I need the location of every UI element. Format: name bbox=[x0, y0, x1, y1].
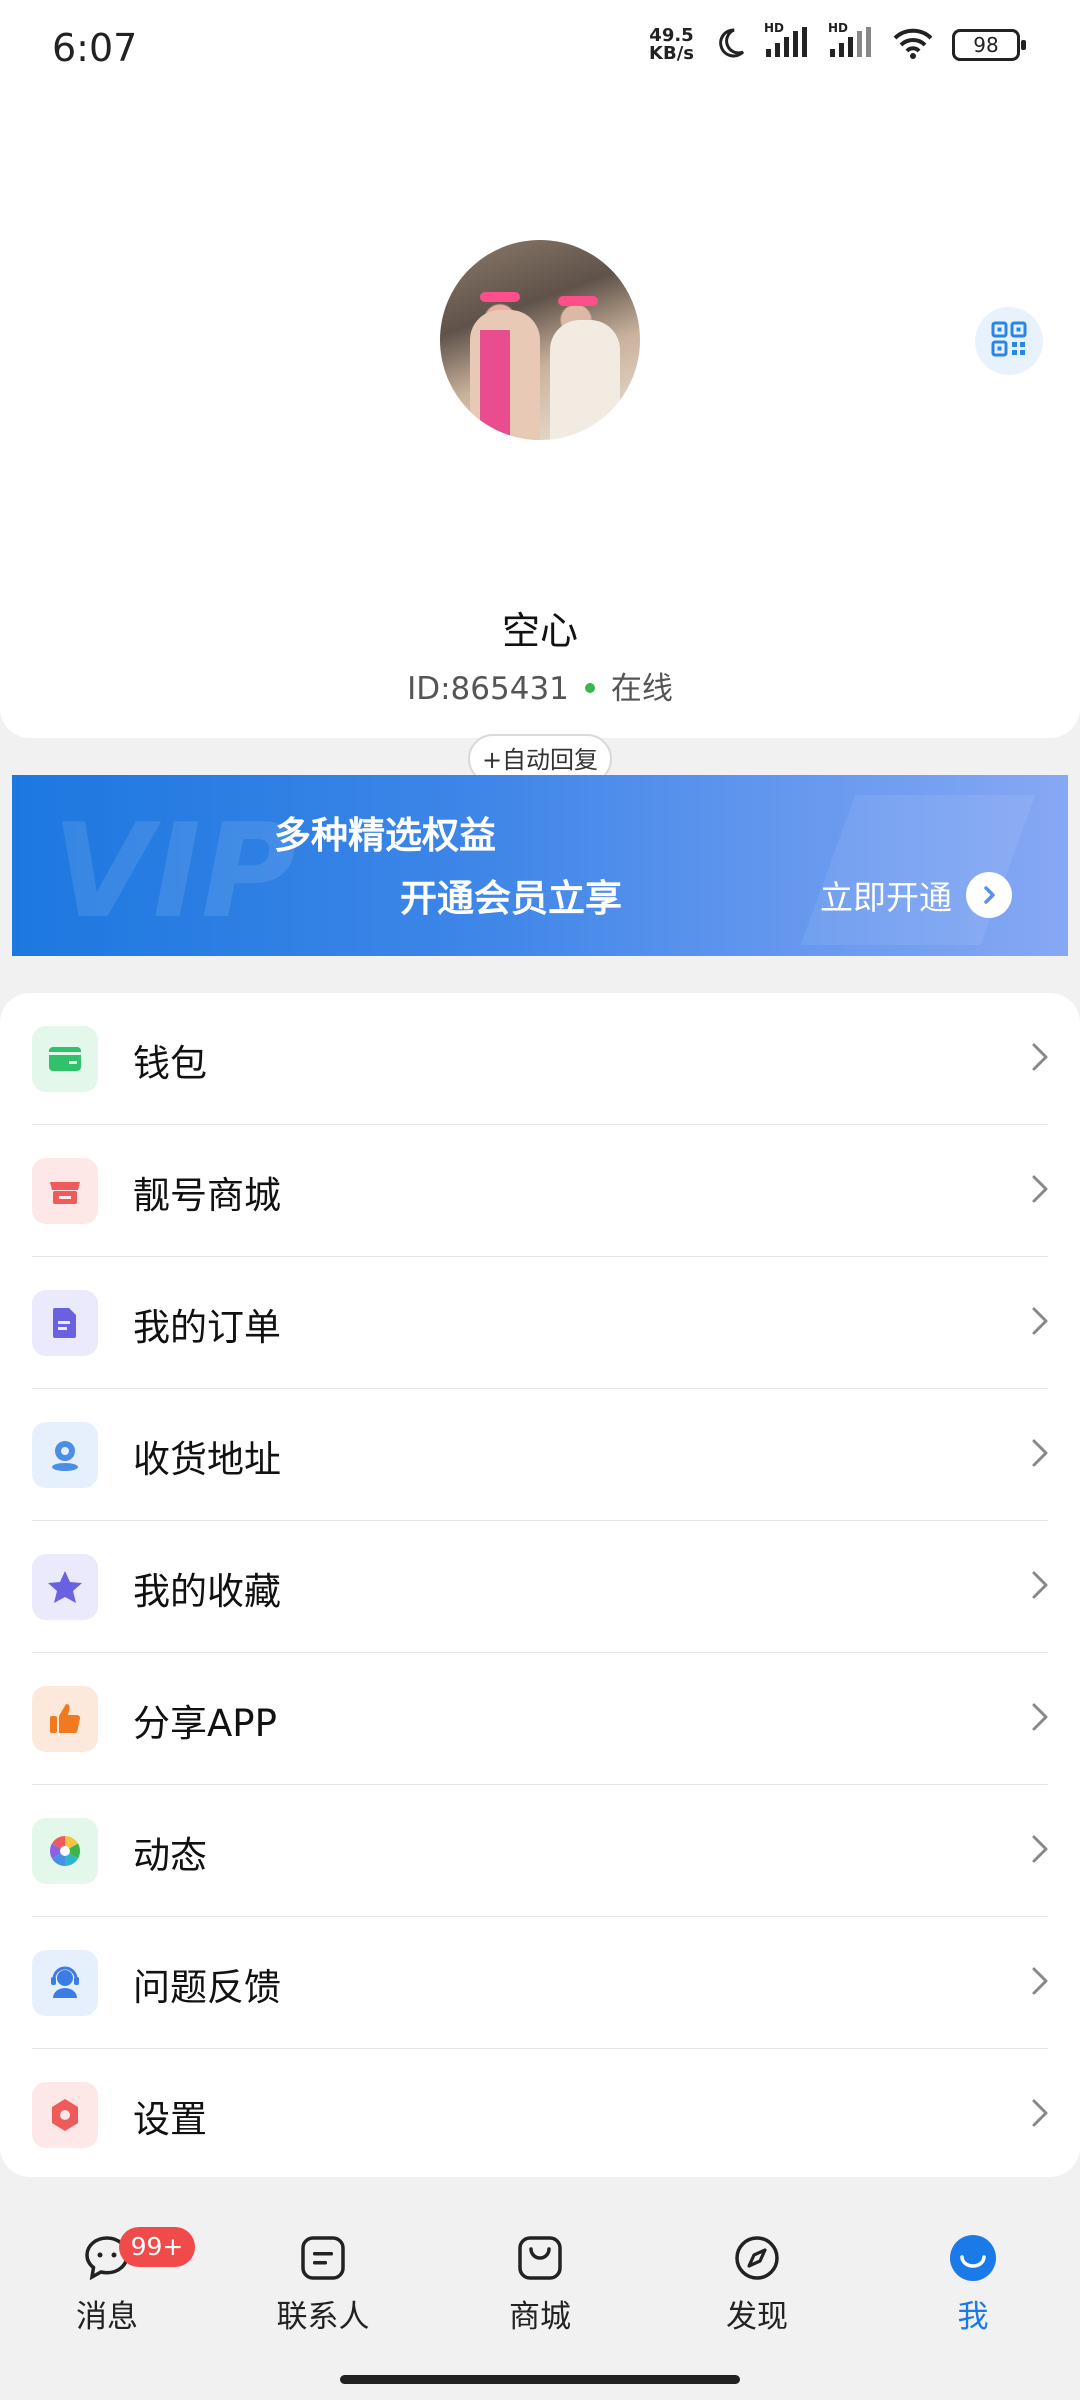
menu-item-shipping-address[interactable]: 收货地址 bbox=[0, 1389, 1080, 1521]
vip-watermark: VIP bbox=[52, 795, 297, 947]
tab-label: 消息 bbox=[76, 2299, 138, 2335]
vip-banner[interactable]: VIP 多种精选权益 开通会员立享 立即开通 bbox=[12, 775, 1068, 956]
online-status-dot bbox=[584, 682, 595, 693]
shopping-bag-icon bbox=[515, 2233, 565, 2283]
menu-item-feedback[interactable]: 问题反馈 bbox=[0, 1917, 1080, 2049]
chevron-right-icon bbox=[1030, 1831, 1050, 1871]
menu-item-moments[interactable]: 动态 bbox=[0, 1785, 1080, 1917]
net-speed: 49.5 KB/s bbox=[649, 27, 694, 63]
menu-item-label: 我的订单 bbox=[133, 1306, 281, 1349]
menu-item-label: 分享APP bbox=[133, 1702, 277, 1745]
signal-icon: HD bbox=[828, 21, 874, 63]
wallet-icon bbox=[32, 1026, 98, 1092]
chevron-right-icon bbox=[1030, 1435, 1050, 1475]
qr-code-button[interactable] bbox=[975, 307, 1043, 375]
chevron-right-icon bbox=[1030, 1303, 1050, 1343]
avatar[interactable] bbox=[440, 240, 640, 440]
chevron-right-icon bbox=[1030, 1963, 1050, 2003]
me-icon bbox=[948, 2233, 998, 2283]
signal-icon: HD bbox=[764, 21, 810, 63]
signal-label: HD bbox=[764, 21, 785, 35]
tab-messages[interactable]: 消息 99+ bbox=[37, 2227, 195, 2336]
unread-badge: 99+ bbox=[119, 2227, 195, 2267]
profile-card: 空心 ID:865431 在线 +自动回复 bbox=[0, 100, 1080, 784]
vip-activate-button[interactable]: 立即开通 bbox=[820, 871, 1012, 919]
moments-icon bbox=[32, 1818, 98, 1884]
location-icon bbox=[32, 1422, 98, 1488]
battery-icon: 98 bbox=[952, 29, 1026, 61]
arrow-right-icon bbox=[966, 872, 1012, 918]
menu-item-label: 收货地址 bbox=[133, 1438, 281, 1481]
store-icon bbox=[32, 1158, 98, 1224]
qr-code-icon bbox=[991, 321, 1027, 361]
menu-item-label: 我的收藏 bbox=[133, 1570, 281, 1613]
order-icon bbox=[32, 1290, 98, 1356]
support-agent-icon bbox=[32, 1950, 98, 2016]
status-bar: 6:07 49.5 KB/s HD HD 98 bbox=[0, 0, 1080, 100]
thumbs-up-icon bbox=[32, 1686, 98, 1752]
menu-item-share-app[interactable]: 分享APP bbox=[0, 1653, 1080, 1785]
menu-item-lucky-number-store[interactable]: 靓号商城 bbox=[0, 1125, 1080, 1257]
menu-item-label: 问题反馈 bbox=[133, 1966, 281, 2009]
id-status-line: ID:865431 在线 bbox=[0, 663, 1080, 708]
menu-item-favorites[interactable]: 我的收藏 bbox=[0, 1521, 1080, 1653]
menu-item-label: 设置 bbox=[133, 2098, 207, 2141]
chevron-right-icon bbox=[1030, 1567, 1050, 1607]
avatar-sunglasses bbox=[480, 292, 520, 302]
tab-contacts[interactable]: 联系人 bbox=[253, 2233, 393, 2336]
avatar-figure-detail bbox=[480, 330, 510, 440]
menu-item-label: 钱包 bbox=[133, 1042, 207, 1085]
contacts-icon bbox=[298, 2233, 348, 2283]
tab-label: 发现 bbox=[726, 2299, 788, 2335]
chevron-right-icon bbox=[1030, 1039, 1050, 1079]
user-id: ID:865431 bbox=[407, 671, 569, 707]
avatar-sunglasses bbox=[558, 296, 598, 306]
status-time: 6:07 bbox=[52, 26, 138, 70]
online-status: 在线 bbox=[610, 671, 673, 707]
status-icons: 49.5 KB/s HD HD 98 bbox=[649, 21, 1026, 64]
star-icon bbox=[32, 1554, 98, 1620]
chevron-right-icon bbox=[1030, 2095, 1050, 2135]
vip-subheadline: 开通会员立享 bbox=[400, 877, 622, 920]
menu-item-label: 动态 bbox=[133, 1834, 207, 1877]
menu-item-my-orders[interactable]: 我的订单 bbox=[0, 1257, 1080, 1389]
tab-label: 联系人 bbox=[276, 2299, 370, 2335]
tab-me[interactable]: 我 bbox=[903, 2233, 1043, 2336]
menu-list: 钱包 靓号商城 我的订单 收货地址 我的收藏 分享APP 动态 问题反馈 设置 bbox=[0, 993, 1080, 2177]
settings-icon bbox=[32, 2082, 98, 2148]
menu-item-label: 靓号商城 bbox=[133, 1174, 281, 1217]
net-speed-unit: KB/s bbox=[649, 43, 694, 64]
chevron-right-icon bbox=[1030, 1171, 1050, 1211]
vip-headline: 多种精选权益 bbox=[274, 814, 496, 857]
bottom-tab-bar: 消息 99+ 联系人 商城 发现 我 bbox=[0, 2205, 1080, 2400]
tab-label: 商城 bbox=[509, 2299, 571, 2335]
signal-label: HD bbox=[828, 21, 849, 35]
tab-label: 我 bbox=[957, 2299, 989, 2335]
home-indicator[interactable] bbox=[340, 2375, 740, 2384]
username: 空心 bbox=[501, 609, 578, 653]
vip-activate-label: 立即开通 bbox=[820, 878, 952, 917]
chevron-right-icon bbox=[1030, 1699, 1050, 1739]
moon-icon bbox=[712, 26, 746, 64]
tab-discover[interactable]: 发现 bbox=[687, 2233, 827, 2336]
menu-item-wallet[interactable]: 钱包 bbox=[0, 993, 1080, 1125]
wifi-icon bbox=[892, 27, 934, 63]
compass-icon bbox=[732, 2233, 782, 2283]
vip-decoration bbox=[800, 795, 1036, 945]
menu-item-settings[interactable]: 设置 bbox=[0, 2049, 1080, 2181]
avatar-figure bbox=[550, 320, 620, 440]
tab-mall[interactable]: 商城 bbox=[470, 2233, 610, 2336]
